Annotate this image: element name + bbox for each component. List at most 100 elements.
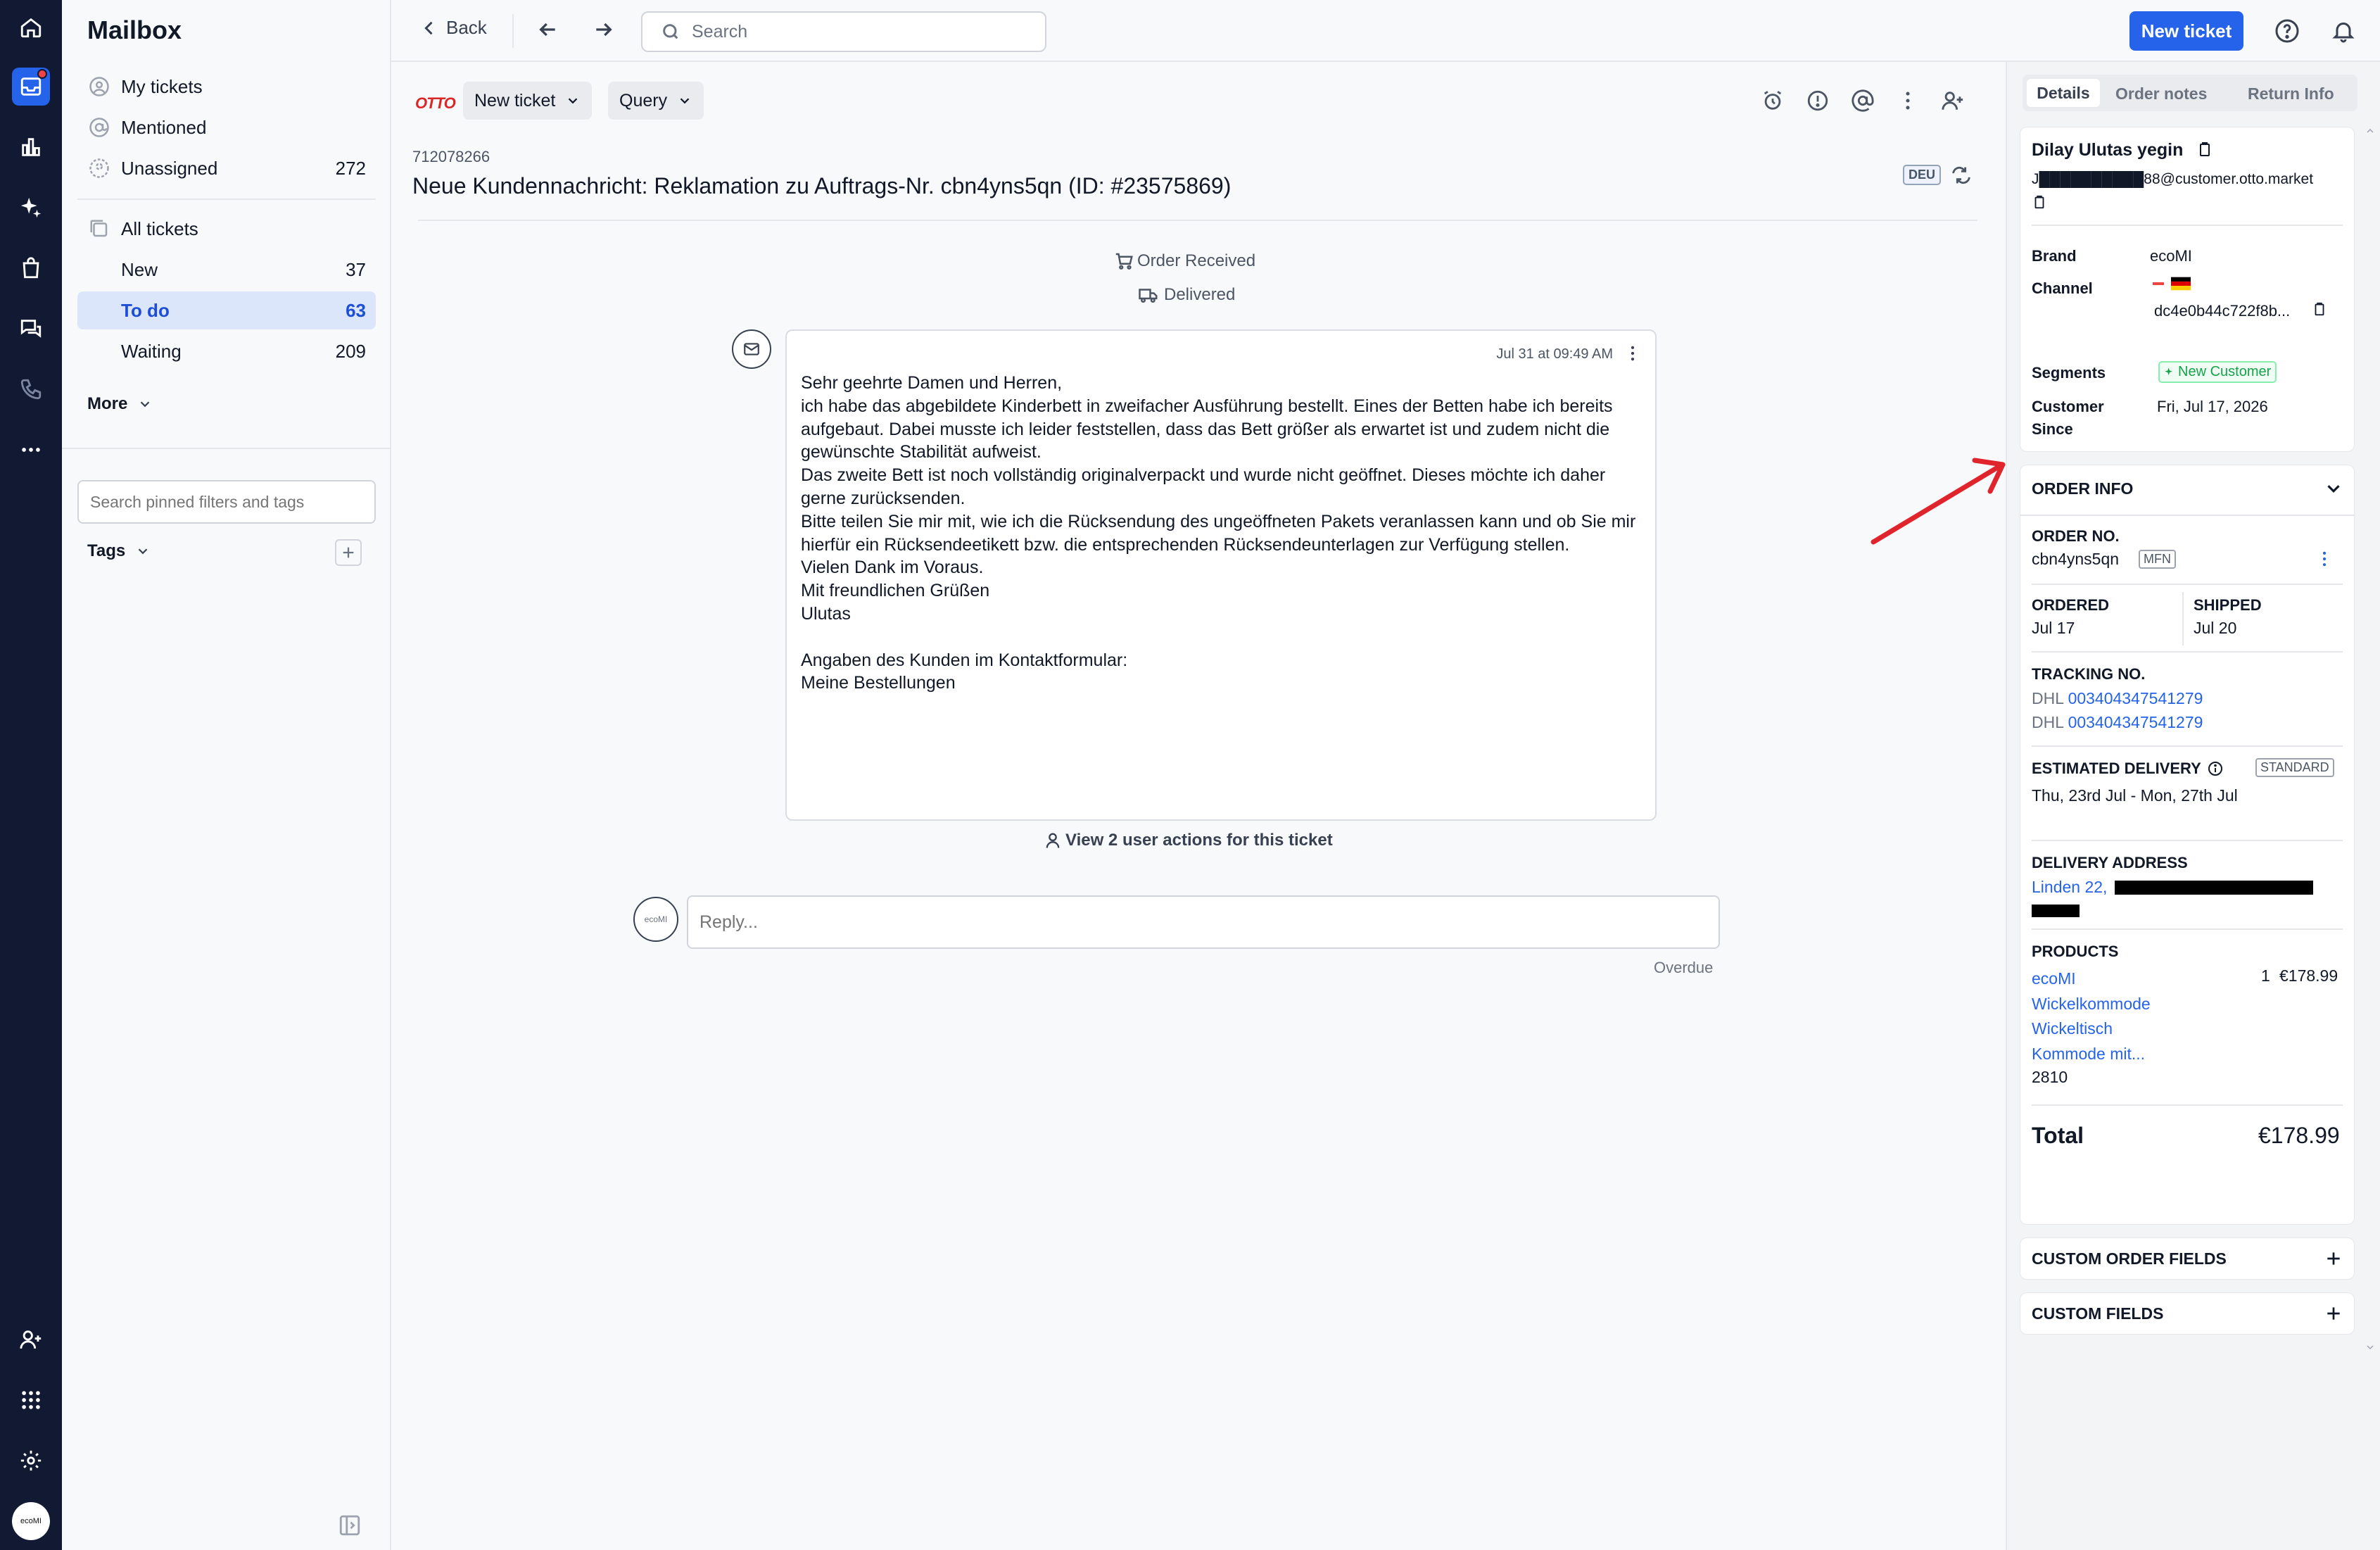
analytics-icon[interactable]	[12, 128, 50, 166]
settings-gear-icon[interactable]	[12, 1442, 50, 1480]
shipped-label: SHIPPED	[2194, 596, 2262, 614]
divider	[2032, 840, 2343, 841]
bell-icon[interactable]	[2331, 18, 2356, 44]
chat-icon[interactable]	[12, 310, 50, 348]
help-icon[interactable]	[2274, 18, 2300, 44]
message-body: Sehr geehrte Damen und Herren, ich habe …	[801, 373, 1636, 693]
cart-icon	[1115, 253, 1133, 270]
collapse-sidebar-icon[interactable]	[338, 1513, 362, 1537]
more-toggle[interactable]: More	[87, 385, 186, 423]
tab-order-notes[interactable]: Order notes	[2115, 84, 2207, 103]
user-circle-icon	[87, 75, 111, 99]
arrow-left-icon	[539, 23, 555, 37]
arrow-right-icon	[596, 23, 612, 37]
tracking-number-link[interactable]: 003404347541279	[2068, 713, 2203, 731]
sidebar-item-new[interactable]: New 37	[77, 251, 376, 289]
phone-icon[interactable]	[12, 370, 50, 408]
home-icon[interactable]	[12, 8, 50, 46]
mention-icon[interactable]	[1851, 89, 1875, 113]
custom-order-fields-label: CUSTOM ORDER FIELDS	[2032, 1249, 2227, 1268]
copy-name-icon[interactable]	[2196, 140, 2213, 158]
copy-email-icon[interactable]	[2032, 194, 2047, 210]
order-info-header: ORDER INFO	[2032, 479, 2134, 498]
priority-alert-icon[interactable]	[1806, 89, 1830, 113]
divider	[2032, 1104, 2343, 1106]
tracking-label: TRACKING NO.	[2032, 665, 2146, 683]
next-ticket-button[interactable]	[593, 18, 615, 41]
divider	[2020, 515, 2354, 516]
new-ticket-button[interactable]: New ticket	[2129, 11, 2243, 51]
divider	[512, 14, 514, 48]
sidebar-item-to-do[interactable]: To do 63	[77, 291, 376, 329]
ai-sparkle-icon[interactable]	[12, 189, 50, 227]
tracking-number-link[interactable]: 003404347541279	[2068, 689, 2203, 707]
ticket-category-dropdown[interactable]: Query	[608, 82, 704, 120]
tab-details[interactable]: Details	[2027, 79, 2100, 107]
apps-grid-icon[interactable]	[12, 1381, 50, 1419]
custom-order-fields-card[interactable]: CUSTOM ORDER FIELDS	[2020, 1237, 2355, 1280]
notification-dot	[37, 69, 47, 79]
product-name-link[interactable]: ecoMI Wickelkommode Wickeltisch Kommode …	[2032, 966, 2172, 1066]
orders-bag-icon[interactable]	[12, 249, 50, 287]
truck-icon	[1139, 289, 1158, 303]
divider	[2032, 651, 2343, 653]
sidebar-item-unassigned[interactable]: Unassigned 272	[77, 149, 376, 187]
scroll-down-icon[interactable]	[2366, 1343, 2374, 1351]
sidebar-item-waiting[interactable]: Waiting 209	[77, 332, 376, 370]
kebab-menu-icon[interactable]	[1896, 89, 1920, 113]
divider	[62, 448, 391, 449]
tickets-stack-icon	[87, 217, 111, 241]
sidebar-item-all-tickets[interactable]: All tickets	[77, 210, 376, 248]
sidebar-item-count: 272	[335, 157, 366, 179]
customer-message: Jul 31 at 09:49 AM Sehr geehrte Damen un…	[785, 329, 1657, 821]
back-button[interactable]: Back	[419, 17, 487, 39]
product-quantity: 1	[2261, 966, 2270, 985]
assign-user-icon[interactable]	[1941, 89, 1965, 113]
pinned-filters-search-input[interactable]	[77, 480, 376, 524]
order-info-card: ORDER INFO ORDER NO. cbn4yns5qn MFN ORDE…	[2020, 465, 2355, 1225]
previous-ticket-button[interactable]	[536, 18, 559, 41]
custom-fields-card[interactable]: CUSTOM FIELDS	[2020, 1292, 2355, 1335]
search-input[interactable]: Search	[641, 11, 1046, 52]
info-icon[interactable]	[2207, 760, 2224, 777]
sidebar-item-label: To do	[121, 299, 170, 321]
ordered-label: ORDERED	[2032, 596, 2110, 614]
customer-name: Dilay Ulutas yegin	[2032, 140, 2184, 160]
divider	[77, 199, 376, 200]
add-user-icon[interactable]	[12, 1321, 50, 1359]
tab-return-info[interactable]: Return Info	[2248, 84, 2334, 103]
ticket-type-dropdown[interactable]: New ticket	[463, 82, 593, 120]
otto-logo: OTTO	[415, 94, 456, 112]
collapse-order-info[interactable]	[2323, 478, 2344, 499]
more-dots-icon[interactable]	[12, 431, 50, 469]
message-kebab-icon[interactable]	[1623, 344, 1642, 363]
sidebar-item-mentioned[interactable]: Mentioned	[77, 108, 376, 146]
app-rail: ecoMI	[0, 0, 62, 1550]
sidebar-item-count: 37	[346, 258, 366, 280]
tags-toggle[interactable]: Tags	[87, 532, 186, 570]
user-avatar[interactable]: ecoMI	[12, 1502, 50, 1540]
translate-icon[interactable]	[1949, 163, 1973, 187]
reply-input[interactable]	[687, 895, 1720, 949]
snooze-alarm-icon[interactable]	[1761, 89, 1785, 113]
add-tag-button[interactable]	[335, 539, 362, 566]
sidebar-item-label: All tickets	[121, 218, 198, 239]
scroll-up-icon[interactable]	[2366, 127, 2374, 135]
plus-icon[interactable]	[2324, 1249, 2343, 1268]
customer-since-label-line1: Customer	[2032, 398, 2104, 415]
copy-channel-icon[interactable]	[2312, 301, 2327, 317]
unassigned-user-icon	[87, 156, 111, 180]
ticket-subject: Neue Kundennachricht: Reklamation zu Auf…	[412, 173, 1232, 199]
order-kebab-icon[interactable]	[2315, 548, 2334, 569]
delivery-address-link[interactable]: Linden 22,	[2032, 878, 2107, 897]
annotation-arrow	[1871, 458, 2006, 545]
inbox-icon[interactable]	[12, 68, 50, 106]
customer-since-label-line2: Since	[2032, 420, 2073, 438]
panel-scrollbar[interactable]	[2366, 127, 2374, 1351]
plus-icon[interactable]	[2324, 1304, 2343, 1323]
product-price: €178.99	[2279, 966, 2338, 985]
view-user-actions-link[interactable]: View 2 user actions for this ticket	[1043, 831, 1333, 850]
sidebar-item-my-tickets[interactable]: My tickets	[77, 68, 376, 106]
product-sku: 2810	[2032, 1068, 2068, 1086]
plus-icon	[343, 547, 354, 558]
